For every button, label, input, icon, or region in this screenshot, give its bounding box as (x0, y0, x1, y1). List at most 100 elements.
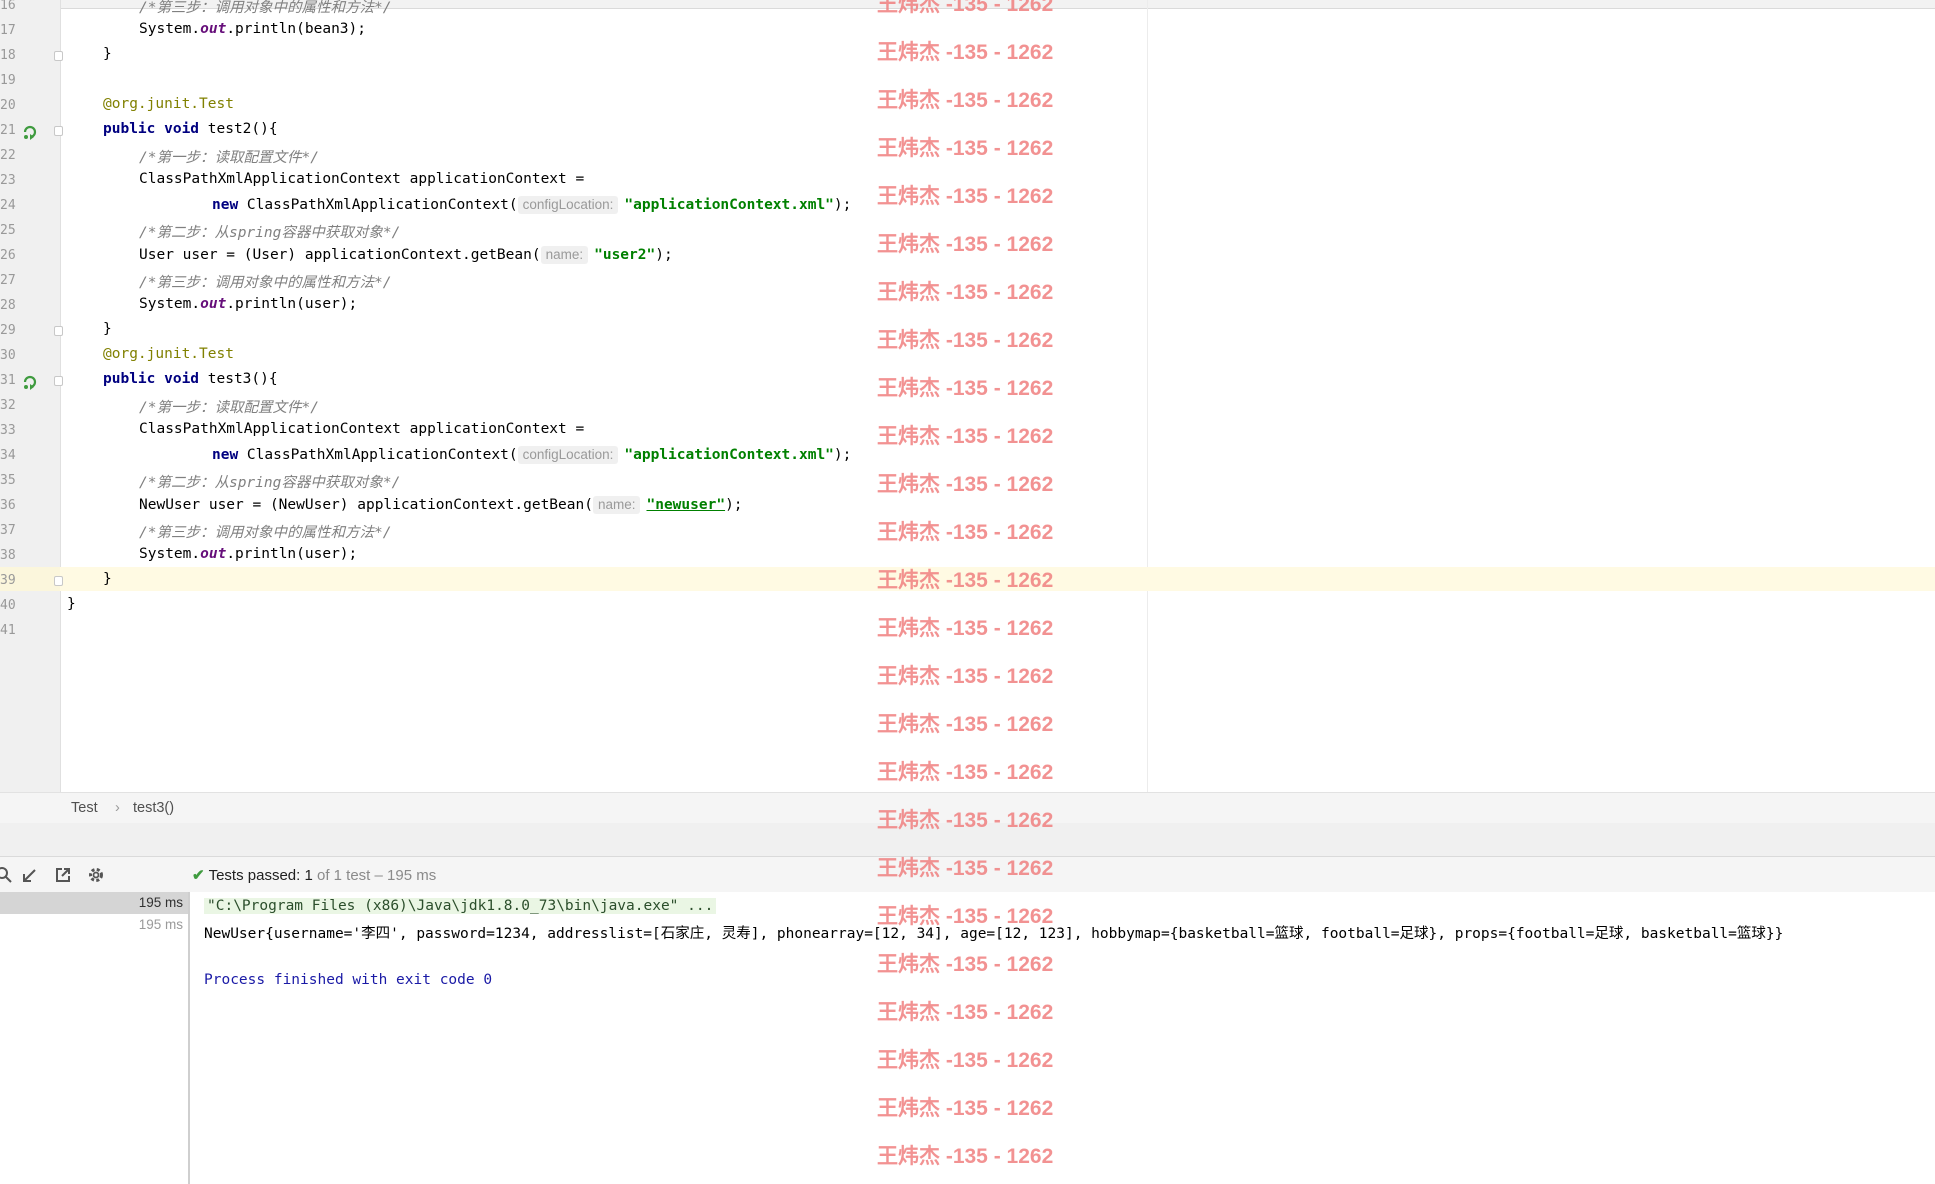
line-number: 22 (0, 148, 16, 163)
code-token: out (200, 546, 227, 562)
code-text: } (103, 571, 112, 587)
code-token: /*第二步：从spring容器中获取对象*/ (139, 225, 401, 241)
fold-marker[interactable] (54, 576, 63, 586)
breadcrumb-separator: › (115, 800, 120, 816)
code-line[interactable]: 28 System.out.println(user); (0, 294, 1935, 319)
line-number: 21 (0, 123, 16, 138)
code-token: Test (199, 96, 234, 112)
test-tree-row-root[interactable]: 195 ms (0, 892, 188, 914)
code-line[interactable]: 19 (0, 69, 1935, 94)
code-line[interactable]: 35 /*第二步：从spring容器中获取对象*/ (0, 469, 1935, 494)
code-token: System. (139, 546, 201, 562)
code-text: /*第三步：调用对象中的属性和方法*/ (139, 0, 391, 17)
line-number: 28 (0, 298, 16, 313)
line-number: 25 (0, 223, 16, 238)
code-token: System. (139, 296, 201, 312)
code-text: new ClassPathXmlApplicationContext(confi… (212, 196, 851, 214)
code-token: NewUser user = (NewUser) applicationCont… (139, 497, 593, 513)
code-editor[interactable]: 16 /*第三步：调用对象中的属性和方法*/ 17 System.out.printl… (0, 0, 1935, 792)
code-line[interactable]: 38 System.out.println(user); (0, 544, 1935, 569)
gear-icon[interactable] (86, 865, 106, 885)
line-number: 37 (0, 523, 16, 538)
code-text: } (103, 321, 112, 337)
code-token: "user2" (594, 247, 656, 263)
console-exit-line: Process finished with exit code 0 (204, 972, 493, 988)
code-token: .println(user); (226, 296, 358, 312)
code-line[interactable]: 34 new ClassPathXmlApplicationContext(con… (0, 444, 1935, 469)
code-token: Test (199, 346, 234, 362)
code-token: ); (833, 447, 852, 463)
line-number: 34 (0, 448, 16, 463)
code-token: "applicationContext.xml" (624, 447, 834, 463)
status-count: 1 (300, 867, 313, 884)
parameter-hint: configLocation: (517, 196, 619, 214)
fold-marker[interactable] (54, 326, 63, 336)
code-line[interactable]: 20 @org.junit.Test (0, 94, 1935, 119)
code-token: /*第三步：调用对象中的属性和方法*/ (139, 0, 392, 16)
line-number: 40 (0, 598, 16, 613)
code-token: .println(user); (226, 546, 358, 562)
code-line[interactable]: 26 User user = (User) applicationContext.… (0, 244, 1935, 269)
tool-window-header (0, 823, 1935, 857)
code-line[interactable]: 22 /*第一步：读取配置文件*/ (0, 144, 1935, 169)
line-number: 29 (0, 323, 16, 338)
code-line[interactable]: 36 NewUser user = (NewUser) applicationCo… (0, 494, 1935, 519)
code-line[interactable]: 16 /*第三步：调用对象中的属性和方法*/ (0, 0, 1935, 19)
export-icon[interactable] (53, 865, 73, 885)
run-test-icon[interactable] (22, 124, 38, 140)
fold-marker[interactable] (54, 126, 63, 136)
breadcrumb: Test › test3() (0, 792, 1935, 824)
code-token: @org.junit. (103, 346, 200, 362)
console-command-line: "C:\Program Files (x86)\Java\jdk1.8.0_73… (204, 898, 717, 914)
breadcrumb-class[interactable]: Test (71, 800, 98, 816)
code-token: ClassPathXmlApplicationContext( (238, 447, 518, 463)
code-text: new ClassPathXmlApplicationContext(confi… (212, 446, 851, 464)
code-token: } (67, 596, 76, 612)
line-number: 18 (0, 48, 16, 63)
code-line[interactable]: 18} (0, 44, 1935, 69)
code-token: public void (103, 371, 200, 387)
console-output[interactable]: "C:\Program Files (x86)\Java\jdk1.8.0_73… (190, 892, 1935, 1184)
code-token: out (200, 296, 227, 312)
code-text: /*第二步：从spring容器中获取对象*/ (139, 471, 400, 492)
code-text: /*第一步：读取配置文件*/ (139, 396, 319, 417)
code-line[interactable]: 33 ClassPathXmlApplicationContext applica… (0, 419, 1935, 444)
code-line[interactable]: 24 new ClassPathXmlApplicationContext(con… (0, 194, 1935, 219)
line-number: 39 (0, 573, 16, 588)
parameter-hint: name: (592, 496, 641, 514)
code-text: @org.junit.Test (103, 96, 234, 112)
console-output-line: NewUser{username='李四', password=1234, ad… (204, 926, 1784, 942)
code-line[interactable]: 39} (0, 569, 1935, 594)
collapse-icon[interactable] (20, 865, 40, 885)
code-token: "newuser" (646, 497, 726, 513)
line-number: 16 (0, 0, 16, 13)
code-token: /*第一步：读取配置文件*/ (139, 150, 319, 166)
test-status: ✔ Tests passed: 1 of 1 test – 195 ms (192, 866, 436, 884)
code-line[interactable]: 32 /*第一步：读取配置文件*/ (0, 394, 1935, 419)
status-detail: of 1 test – 195 ms (312, 867, 437, 884)
code-token: /*第三步：调用对象中的属性和方法*/ (139, 275, 392, 291)
test-tree-row-test3[interactable]: 195 ms (0, 914, 188, 936)
code-line[interactable]: 23 ClassPathXmlApplicationContext applica… (0, 169, 1935, 194)
run-test-icon[interactable] (22, 374, 38, 390)
code-line[interactable]: 17 System.out.println(bean3); (0, 19, 1935, 44)
code-line[interactable]: 37 /*第三步：调用对象中的属性和方法*/ (0, 519, 1935, 544)
search-icon[interactable] (0, 865, 14, 885)
parameter-hint: configLocation: (517, 446, 619, 464)
code-line[interactable]: 29} (0, 319, 1935, 344)
line-number: 33 (0, 423, 16, 438)
fold-marker[interactable] (54, 376, 63, 386)
code-line[interactable]: 40} (0, 594, 1935, 619)
code-token: /*第一步：读取配置文件*/ (139, 400, 319, 416)
code-token: } (103, 46, 112, 62)
code-line[interactable]: 27 /*第三步：调用对象中的属性和方法*/ (0, 269, 1935, 294)
code-line[interactable]: 21 public void test2(){ (0, 119, 1935, 144)
code-line[interactable]: 41 (0, 619, 1935, 644)
code-token: "applicationContext.xml" (624, 197, 834, 213)
code-line[interactable]: 30 @org.junit.Test (0, 344, 1935, 369)
fold-marker[interactable] (54, 51, 63, 61)
code-token: ); (725, 497, 743, 513)
code-line[interactable]: 31 public void test3(){ (0, 369, 1935, 394)
code-line[interactable]: 25 /*第二步：从spring容器中获取对象*/ (0, 219, 1935, 244)
breadcrumb-method[interactable]: test3() (133, 800, 174, 816)
